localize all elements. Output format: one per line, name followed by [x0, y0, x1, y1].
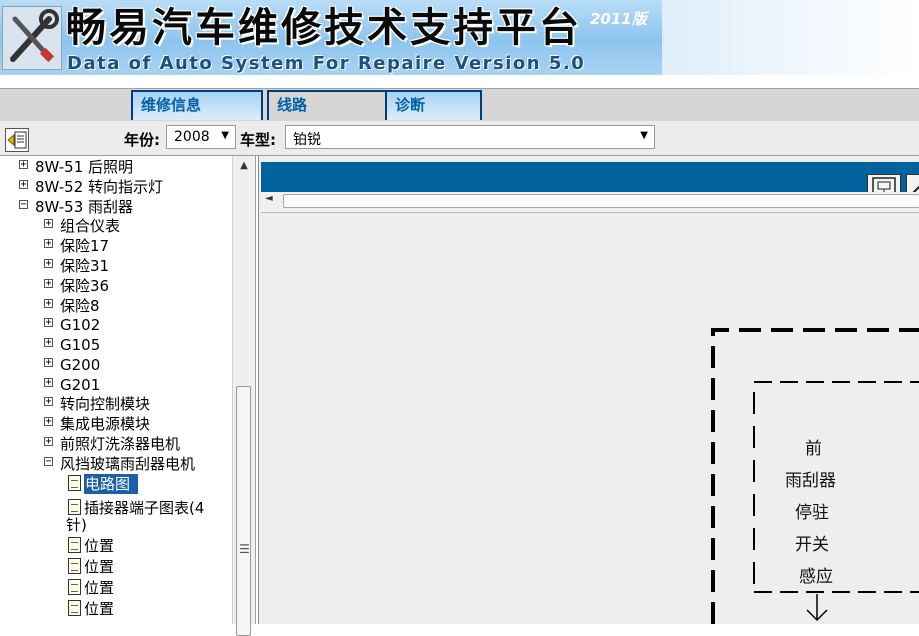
- expand-icon[interactable]: +: [44, 279, 53, 289]
- tree-node-label[interactable]: 保险8: [60, 296, 100, 316]
- tab-diagnosis[interactable]: 诊断: [385, 90, 482, 120]
- tree-node-label[interactable]: G201: [60, 375, 100, 395]
- tree-leaf-label[interactable]: 插接器端子图表(4: [84, 498, 204, 518]
- horizontal-scrollbar[interactable]: ◄: [261, 192, 919, 213]
- tree-leaf-label[interactable]: 位置: [84, 599, 114, 619]
- model-label: 车型:: [240, 131, 276, 149]
- tree-node-label[interactable]: G105: [60, 335, 100, 355]
- chevron-down-icon: ▼: [640, 130, 648, 141]
- model-select[interactable]: 铂锐 ▼: [285, 125, 655, 149]
- expand-icon[interactable]: +: [44, 338, 53, 348]
- app-title: 畅易汽车维修技术支持平台: [66, 5, 582, 51]
- tree-node-label[interactable]: 风挡玻璃雨刮器电机: [60, 454, 195, 474]
- document-icon: [68, 600, 81, 616]
- grip-icon: ☰: [239, 542, 250, 556]
- expand-icon[interactable]: +: [44, 299, 53, 309]
- wiring-diagram-canvas[interactable]: 前 雨刮器 停驻 开关 感应: [261, 214, 919, 624]
- year-select[interactable]: 2008 ▼: [166, 125, 236, 149]
- model-value: 铂锐: [293, 132, 321, 148]
- collapse-icon[interactable]: −: [19, 200, 28, 210]
- expand-icon[interactable]: +: [44, 259, 53, 269]
- tree-node-label[interactable]: 组合仪表: [60, 216, 120, 236]
- document-icon: [68, 499, 81, 515]
- document-icon: [68, 537, 81, 553]
- expand-icon[interactable]: +: [19, 160, 28, 170]
- tree-node-label[interactable]: 保险36: [60, 276, 109, 296]
- tab-bar: 维修信息 线路 诊断: [0, 88, 919, 122]
- diagram-label: 停驻: [795, 503, 829, 523]
- document-icon: [68, 579, 81, 595]
- diagram-label: 开关: [795, 535, 829, 555]
- expand-icon[interactable]: +: [44, 219, 53, 229]
- expand-icon[interactable]: +: [44, 397, 53, 407]
- tree-leaf-label[interactable]: 电路图: [84, 474, 139, 494]
- chevron-down-icon: ▼: [221, 130, 229, 141]
- tree-node-label[interactable]: G200: [60, 355, 100, 375]
- circuit-tree: + 8W-51 后照明 + 8W-52 转向指示灯 − 8W-53 雨刮器 + 组…: [0, 156, 256, 624]
- year-label: 年份:: [124, 131, 160, 149]
- scroll-up-icon[interactable]: ▲: [233, 160, 255, 176]
- diagram-label: 前: [805, 439, 822, 459]
- tab-wiring[interactable]: 线路: [267, 90, 399, 120]
- tree-node-label[interactable]: 保险31: [60, 256, 109, 276]
- tab-maintenance-info[interactable]: 维修信息: [131, 90, 263, 120]
- tree-node-label[interactable]: 集成电源模块: [60, 414, 150, 434]
- app-banner: 畅易汽车维修技术支持平台 2011版 Data of Auto System F…: [0, 0, 662, 75]
- tree-node-label[interactable]: 前照灯洗涤器电机: [60, 434, 180, 454]
- expand-icon[interactable]: +: [19, 180, 28, 190]
- version-badge: 2011版: [590, 10, 647, 28]
- diagram-label: 雨刮器: [785, 471, 836, 491]
- scroll-left-icon[interactable]: ◄: [265, 193, 273, 204]
- expand-icon[interactable]: +: [44, 378, 53, 388]
- tree-leaf-label[interactable]: 位置: [84, 536, 114, 556]
- document-icon: [68, 475, 81, 491]
- toolbar: 年份: 2008 ▼ 车型: 铂锐 ▼: [0, 121, 919, 156]
- banner-filler: [662, 0, 919, 75]
- tree-node-label[interactable]: 转向控制模块: [60, 394, 150, 414]
- tree-node-label[interactable]: 8W-52 转向指示灯: [35, 177, 163, 197]
- diagram-header: [261, 162, 919, 198]
- diagram-label: 感应: [799, 567, 833, 587]
- tree-node-label[interactable]: 保险17: [60, 236, 109, 256]
- expand-icon[interactable]: +: [44, 239, 53, 249]
- scrollbar-thumb[interactable]: ☰: [236, 386, 251, 636]
- expand-icon[interactable]: +: [44, 358, 53, 368]
- diagram-pane: ◄ 前 雨刮器 停驻 开关 感应: [258, 156, 919, 624]
- collapse-icon[interactable]: −: [44, 457, 53, 467]
- year-value: 2008: [174, 129, 210, 145]
- tree-leaf-label[interactable]: 位置: [84, 578, 114, 598]
- expand-icon[interactable]: +: [44, 437, 53, 447]
- tree-node-label[interactable]: 8W-53 雨刮器: [35, 197, 133, 217]
- tree-leaf-label[interactable]: 位置: [84, 557, 114, 577]
- app-subtitle: Data of Auto System For Repaire Version …: [67, 53, 586, 74]
- back-arrow-icon[interactable]: [5, 128, 29, 152]
- document-icon: [68, 558, 81, 574]
- expand-icon[interactable]: +: [44, 417, 53, 427]
- tools-icon: [2, 6, 62, 70]
- tree-scrollbar[interactable]: ▲ ☰: [232, 156, 255, 636]
- tree-node-label[interactable]: 8W-51 后照明: [35, 157, 133, 177]
- tree-node-label[interactable]: G102: [60, 315, 100, 335]
- scrollbar-thumb[interactable]: [283, 194, 919, 208]
- expand-icon[interactable]: +: [44, 318, 53, 328]
- tree-leaf-label[interactable]: 针): [66, 515, 87, 535]
